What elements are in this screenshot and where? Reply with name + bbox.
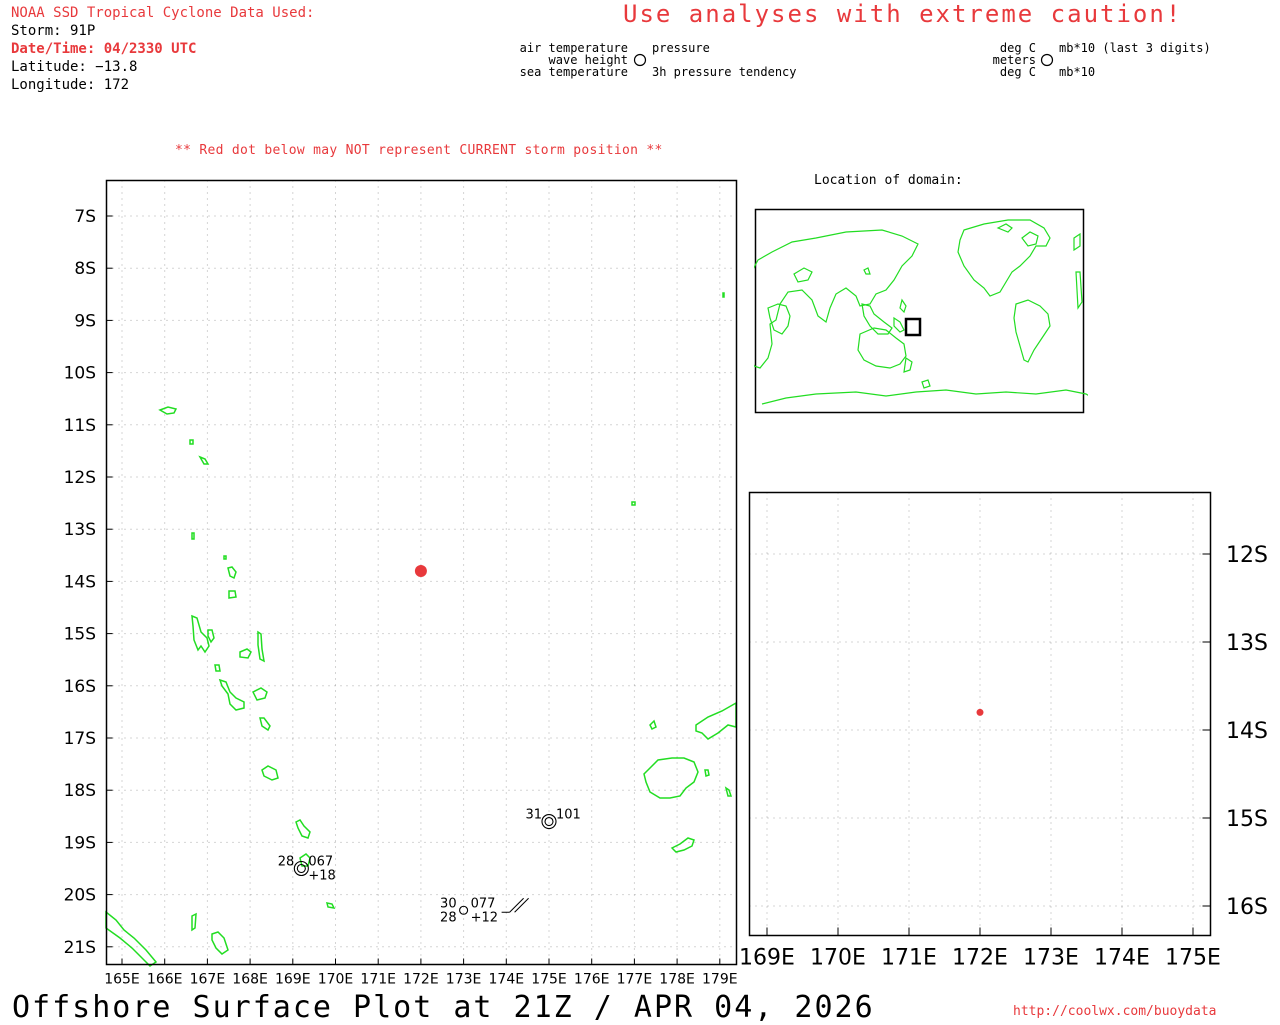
zoom-lon-label: 169E [740, 946, 795, 971]
zoom-lon-label: 171E [881, 946, 937, 971]
main-map-axis-labels: 165E 166E 167E 168E 169E 170E 171E 172E 173E 174E… [64, 207, 738, 988]
station-pressure: 077 [471, 896, 496, 911]
main-lon-label: 166E [147, 972, 183, 988]
main-lat-label: 9S [74, 311, 96, 331]
zoom-lat-label: 16S [1226, 895, 1268, 920]
main-lat-label: 11S [64, 416, 96, 436]
zoom-lat-label: 14S [1226, 719, 1268, 744]
main-lon-label: 174E [489, 972, 525, 988]
legend-station-circles [633, 53, 1054, 67]
zoom-lon-label: 170E [810, 946, 866, 971]
main-map: 165E 166E 167E 168E 169E 170E 171E 172E 173E 174E… [64, 179, 738, 988]
plot-title: Offshore Surface Plot at 21Z / APR 04, 2… [12, 990, 875, 1025]
zoom-lat-label: 12S [1226, 543, 1268, 568]
station-plot: 30 077 28 +12 [440, 896, 529, 925]
red-dot-note: ** Red dot below may NOT represent CURRE… [175, 143, 663, 158]
location-inset-map [754, 208, 1088, 414]
main-lon-label: 178E [659, 972, 695, 988]
legend-station-circle-right [1040, 53, 1054, 67]
main-lon-label: 165E [104, 972, 140, 988]
zoom-map: 169E 170E 171E 172E 173E 174E 175E 12S 13S 14S 15S… [740, 491, 1268, 971]
station-air-temp: 28 [278, 855, 295, 870]
main-lon-label: 172E [403, 972, 439, 988]
station-plot: 31 101 [525, 808, 581, 830]
station-inner-circle [544, 816, 554, 827]
zoom-lon-label: 173E [1023, 946, 1079, 971]
station-air-temp: 31 [525, 808, 542, 823]
main-lat-label: 8S [74, 259, 96, 279]
station-tendency: +12 [471, 910, 498, 925]
source-url[interactable]: http://coolwx.com/buoydata [1013, 1004, 1217, 1019]
station-wind-barb [501, 897, 529, 913]
station-tendency: +18 [308, 869, 335, 884]
station-plot: 28 067+18 [278, 855, 336, 884]
main-lon-label: 179E [702, 972, 738, 988]
main-lat-label: 16S [64, 677, 96, 697]
main-lon-label: 176E [574, 972, 610, 988]
main-lon-label: 167E [190, 972, 226, 988]
main-lat-label: 15S [64, 625, 96, 645]
main-lon-label: 168E [232, 972, 268, 988]
main-lat-label: 13S [64, 520, 96, 540]
main-lat-label: 21S [64, 938, 96, 958]
main-lon-label: 169E [275, 972, 311, 988]
legend-station-circle-left [633, 53, 647, 67]
main-map-stations: 28 067+18 31 101 30 077 28 +12 [278, 808, 581, 926]
zoom-storm-marker [976, 708, 984, 716]
main-lat-label: 12S [64, 468, 96, 488]
main-lon-label: 175E [531, 972, 567, 988]
main-lat-label: 18S [64, 781, 96, 801]
station-pressure: 101 [556, 808, 581, 823]
station-sea-temp: 28 [440, 910, 457, 925]
main-lon-label: 173E [446, 972, 482, 988]
location-title: Location of domain: [814, 173, 963, 188]
main-lat-label: 17S [64, 729, 96, 749]
main-lat-label: 14S [64, 572, 96, 592]
zoom-map-axis-labels: 169E 170E 171E 172E 173E 174E 175E 12S 13S 14S 15S… [740, 543, 1268, 971]
main-lat-label: 10S [64, 364, 96, 384]
main-lon-label: 171E [360, 972, 396, 988]
zoom-lon-label: 175E [1165, 946, 1221, 971]
station-air-temp: 30 [440, 896, 457, 911]
main-lat-label: 19S [64, 833, 96, 853]
main-lon-label: 170E [318, 972, 354, 988]
main-lat-label: 7S [74, 207, 96, 227]
main-lat-label: 20S [64, 886, 96, 906]
zoom-lat-label: 13S [1226, 631, 1268, 656]
zoom-lon-label: 174E [1094, 946, 1150, 971]
zoom-lat-label: 15S [1226, 807, 1268, 832]
main-lon-label: 177E [617, 972, 653, 988]
station-pressure: 067 [308, 855, 333, 870]
storm-marker [414, 564, 427, 577]
zoom-lon-label: 172E [952, 946, 1008, 971]
